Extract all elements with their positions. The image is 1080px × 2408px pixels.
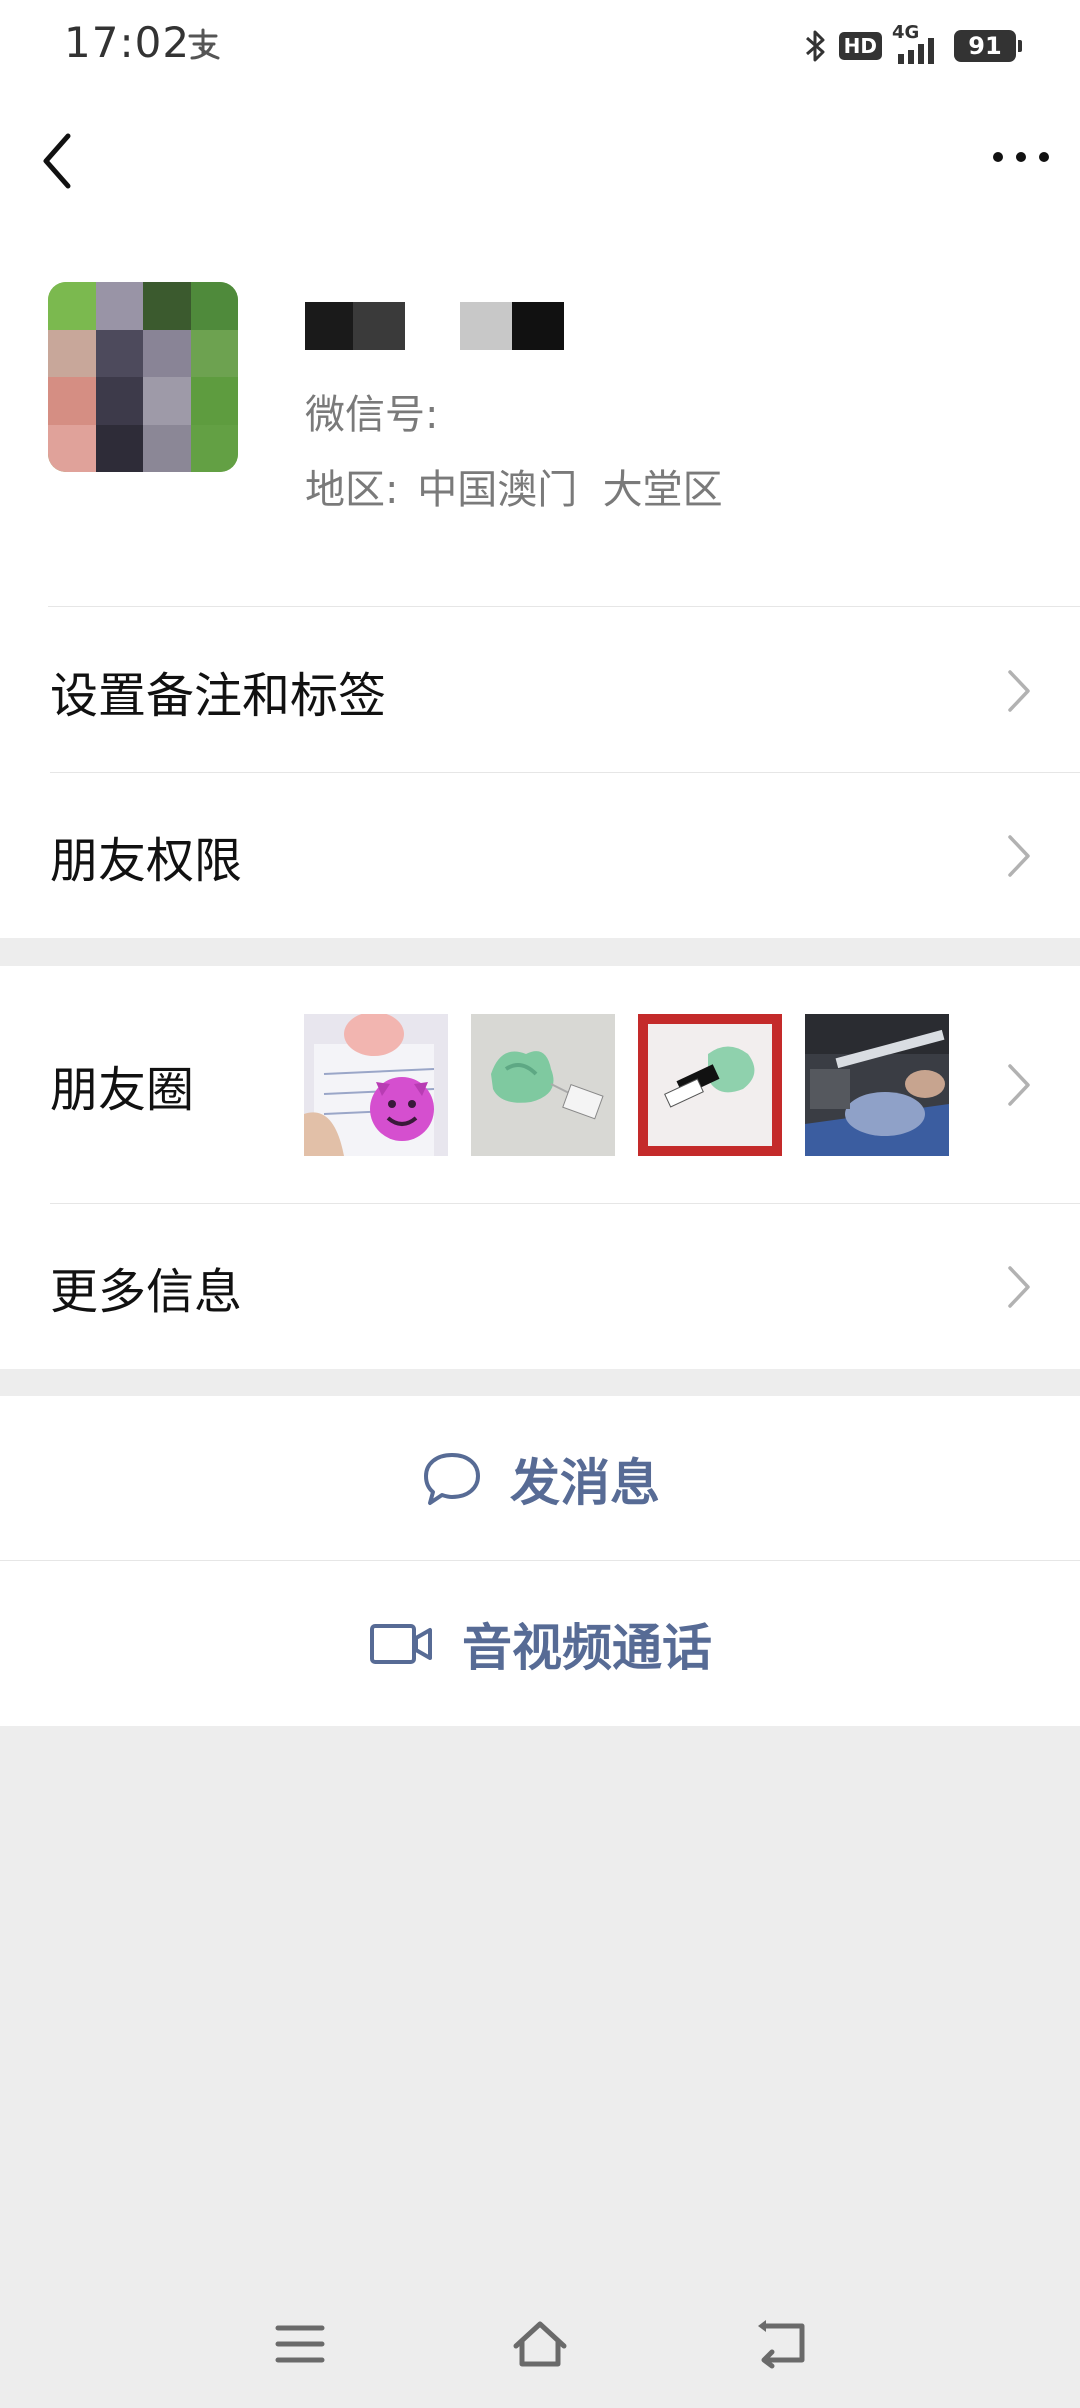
moments-thumbnail bbox=[304, 1014, 448, 1156]
alipay-icon bbox=[188, 28, 220, 60]
contact-name-redacted bbox=[305, 302, 625, 362]
contact-profile-screen: 17:02 HD 4G 91 微信号: 地区: 中国澳门 大堂区 设置备注和标签… bbox=[0, 0, 1080, 2408]
friend-permission-label: 朋友权限 bbox=[50, 832, 243, 889]
avatar-mosaic bbox=[48, 282, 238, 472]
wechat-id-label: 微信号: bbox=[305, 392, 439, 438]
moments-row[interactable]: 朋友圈 bbox=[0, 966, 1080, 1204]
network-signal: 4G bbox=[892, 22, 944, 66]
moments-thumbnail bbox=[471, 1014, 615, 1156]
friend-permission-row[interactable]: 朋友权限 bbox=[0, 773, 1080, 938]
more-dots-icon[interactable] bbox=[986, 132, 1056, 182]
settings-group: 设置备注和标签 朋友权限 bbox=[0, 608, 1080, 938]
top-navigation bbox=[0, 92, 1080, 232]
hd-badge: HD bbox=[838, 32, 882, 60]
back-arrow-icon[interactable] bbox=[30, 126, 86, 196]
remark-tags-row[interactable]: 设置备注和标签 bbox=[0, 608, 1080, 773]
bluetooth-icon bbox=[805, 30, 825, 62]
actions-group: 发消息 音视频通话 bbox=[0, 1396, 1080, 1726]
battery-indicator: 91 bbox=[954, 30, 1022, 62]
status-bar: 17:02 HD 4G 91 bbox=[0, 0, 1080, 92]
status-right-icons: HD 4G 91 bbox=[803, 22, 1022, 68]
chat-bubble-icon bbox=[420, 1449, 484, 1509]
home-icon[interactable] bbox=[510, 2314, 570, 2374]
signal-icon bbox=[898, 38, 934, 64]
send-message-label: 发消息 bbox=[510, 1453, 660, 1512]
chevron-right-icon bbox=[1008, 1265, 1030, 1308]
wechat-id-row: 微信号: bbox=[305, 382, 438, 440]
send-message-button[interactable]: 发消息 bbox=[0, 1396, 1080, 1561]
back-icon[interactable] bbox=[750, 2314, 810, 2374]
menu-icon[interactable] bbox=[270, 2314, 330, 2374]
status-time: 17:02 bbox=[64, 18, 191, 67]
moments-group: 朋友圈 更多信息 bbox=[0, 966, 1080, 1369]
region-value: 中国澳门 大堂区 bbox=[417, 467, 723, 513]
chevron-right-icon bbox=[1008, 1064, 1030, 1106]
video-camera-icon bbox=[368, 1620, 436, 1668]
chevron-right-icon bbox=[1008, 834, 1030, 877]
avatar[interactable] bbox=[48, 282, 238, 472]
moments-thumbnail bbox=[638, 1014, 782, 1156]
region-label: 地区: bbox=[305, 467, 399, 513]
voice-video-call-label: 音视频通话 bbox=[462, 1618, 712, 1677]
more-info-label: 更多信息 bbox=[50, 1263, 243, 1320]
chevron-right-icon bbox=[1008, 669, 1030, 712]
voice-video-call-button[interactable]: 音视频通话 bbox=[0, 1561, 1080, 1726]
more-info-row[interactable]: 更多信息 bbox=[0, 1204, 1080, 1369]
profile-divider bbox=[48, 606, 1080, 607]
profile-header: 微信号: 地区: 中国澳门 大堂区 bbox=[0, 232, 1080, 608]
moments-thumbnail bbox=[805, 1014, 949, 1156]
system-navigation-bar bbox=[0, 2280, 1080, 2408]
remark-tags-label: 设置备注和标签 bbox=[50, 667, 387, 724]
moments-label: 朋友圈 bbox=[50, 1062, 195, 1118]
region-row: 地区: 中国澳门 大堂区 bbox=[305, 457, 723, 515]
